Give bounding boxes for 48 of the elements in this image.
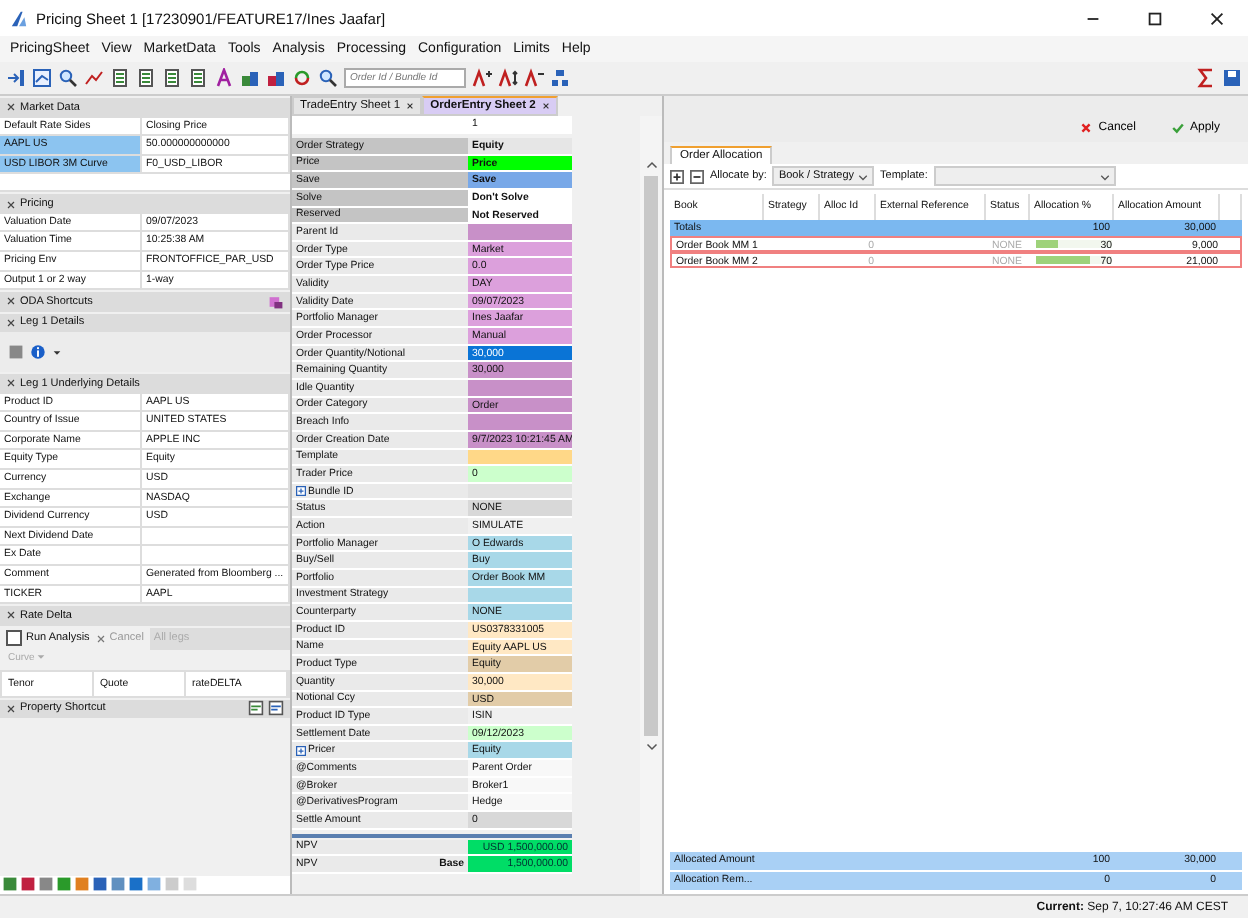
field-value-cell[interactable] xyxy=(468,224,572,240)
collapse-icon[interactable] xyxy=(6,296,16,307)
field-value-cell[interactable] xyxy=(468,414,572,430)
close-icon[interactable] xyxy=(406,102,415,110)
search-icon[interactable] xyxy=(58,68,78,88)
scroll-up-icon[interactable] xyxy=(645,160,657,172)
network-icon[interactable] xyxy=(550,68,570,88)
document-icon[interactable] xyxy=(162,68,182,88)
refresh-icon[interactable] xyxy=(292,68,312,88)
check-icon xyxy=(1171,122,1184,134)
collapse-icon[interactable] xyxy=(6,317,16,328)
font-smaller-icon[interactable] xyxy=(524,68,544,88)
chart-icon[interactable] xyxy=(32,68,52,88)
info-icon[interactable] xyxy=(30,344,46,361)
search-icon[interactable] xyxy=(318,68,338,88)
document-icon[interactable] xyxy=(136,68,156,88)
collapse-icon[interactable] xyxy=(6,610,16,621)
close-icon xyxy=(95,633,106,644)
scroll-down-icon[interactable] xyxy=(645,740,657,752)
document-icon[interactable] xyxy=(188,68,208,88)
expand-icon[interactable] xyxy=(296,745,306,756)
dropdown-arrow-icon xyxy=(36,652,47,663)
remove-icon[interactable] xyxy=(690,169,704,183)
add-icon[interactable] xyxy=(670,169,684,183)
document-icon[interactable] xyxy=(268,700,284,717)
collapse-icon[interactable] xyxy=(6,102,16,113)
font-larger-icon[interactable] xyxy=(472,68,492,88)
import-icon[interactable] xyxy=(6,68,26,88)
document-icon[interactable] xyxy=(248,700,264,717)
checkbox[interactable] xyxy=(6,630,22,647)
font-icon[interactable] xyxy=(214,68,234,88)
line-chart-icon[interactable] xyxy=(84,68,104,88)
dropdown-arrow-icon[interactable] xyxy=(52,347,62,358)
scrollbar-thumb[interactable] xyxy=(644,176,658,736)
app-logo-icon xyxy=(10,9,28,27)
close-icon[interactable] xyxy=(541,102,550,110)
font-size-icon[interactable] xyxy=(498,68,518,88)
chevron-icon xyxy=(1099,171,1110,181)
chevron-icon xyxy=(858,171,869,181)
collapse-icon[interactable] xyxy=(6,378,16,389)
sigma-icon[interactable] xyxy=(1196,68,1216,88)
save-icon[interactable] xyxy=(1222,68,1242,88)
shortcut-icon[interactable] xyxy=(268,293,284,310)
collapse-icon[interactable] xyxy=(6,199,16,210)
document-icon[interactable] xyxy=(110,68,130,88)
expand-icon[interactable] xyxy=(296,486,306,497)
collapse-icon[interactable] xyxy=(6,703,16,714)
close-icon xyxy=(1080,122,1093,134)
